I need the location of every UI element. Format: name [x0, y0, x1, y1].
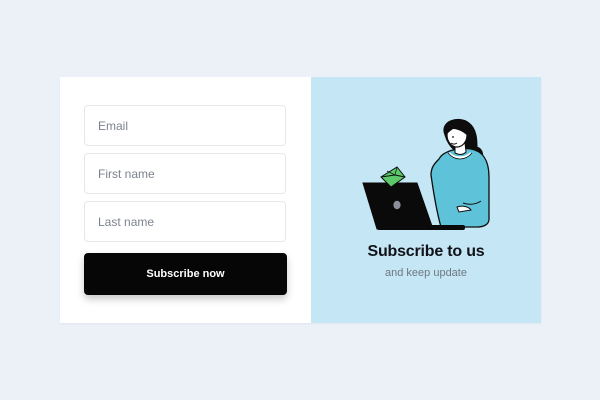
- promo-subtitle: and keep update: [385, 267, 467, 279]
- first-name-field[interactable]: [84, 153, 286, 194]
- woman-with-laptop-illustration: [362, 119, 490, 230]
- subscribe-form: Subscribe now: [60, 77, 311, 323]
- promo-title: Subscribe to us: [367, 243, 485, 260]
- last-name-field[interactable]: [84, 201, 286, 242]
- email-field[interactable]: [84, 105, 286, 146]
- subscribe-card: Subscribe now: [60, 77, 541, 323]
- promo-panel: Subscribe to us and keep update: [311, 77, 541, 323]
- subscribe-now-button[interactable]: Subscribe now: [84, 253, 287, 295]
